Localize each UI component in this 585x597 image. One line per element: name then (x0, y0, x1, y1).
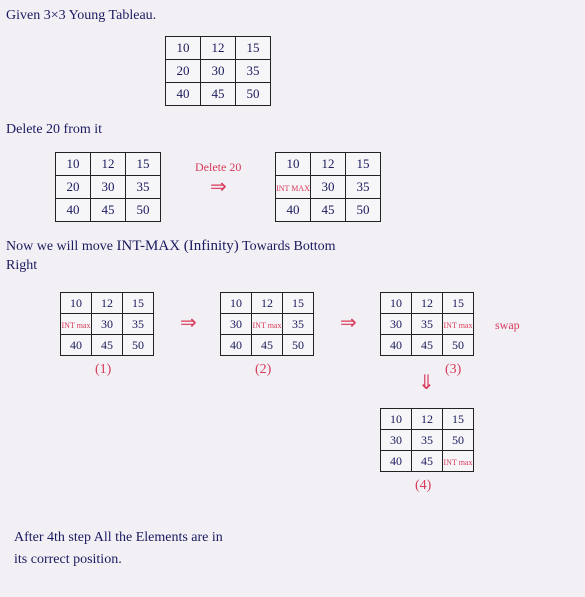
cell: 10 (276, 153, 311, 176)
delete-label: Delete 20 (195, 160, 241, 175)
heading-delete: Delete 20 from it (6, 122, 102, 138)
cell: 40 (56, 199, 91, 222)
cell: 15 (283, 293, 314, 314)
cell: 30 (201, 60, 236, 83)
tableau-before-delete: 101215 203035 404550 (55, 152, 161, 222)
arrow-down-icon: ⇓ (418, 370, 435, 395)
cell: 50 (283, 335, 314, 356)
cell: 35 (123, 314, 154, 335)
cell: 35 (346, 176, 381, 199)
cell: 15 (346, 153, 381, 176)
cell: INT max (443, 314, 474, 335)
caption-2: (2) (255, 362, 271, 378)
footer-line2: its correct position. (14, 552, 122, 568)
arrow-right-icon: ⇒ (180, 310, 197, 335)
note-part-a: Now we will move (6, 239, 116, 254)
intmax-label: INT MAX (276, 185, 310, 193)
cell: 30 (91, 176, 126, 199)
intmax-label: INT max (444, 459, 473, 467)
cell: 40 (381, 451, 412, 472)
cell: 30 (381, 314, 412, 335)
cell: 45 (311, 199, 346, 222)
arrow-right-icon: ⇒ (210, 174, 227, 199)
cell: 10 (381, 409, 412, 430)
cell: 50 (443, 430, 474, 451)
cell: 45 (412, 335, 443, 356)
heading-given: Given 3×3 Young Tableau. (6, 8, 156, 24)
cell: 12 (201, 37, 236, 60)
cell: 12 (91, 153, 126, 176)
cell: 50 (123, 335, 154, 356)
cell: 45 (92, 335, 123, 356)
cell: 20 (166, 60, 201, 83)
cell: 35 (126, 176, 161, 199)
cell: 40 (221, 335, 252, 356)
cell: 10 (56, 153, 91, 176)
cell: 35 (412, 430, 443, 451)
cell: 45 (412, 451, 443, 472)
intmax-label: INT max (62, 322, 91, 330)
intmax-label: INT max (253, 322, 282, 330)
cell: 15 (123, 293, 154, 314)
cell: 50 (126, 199, 161, 222)
cell: INT max (61, 314, 92, 335)
cell: 40 (381, 335, 412, 356)
cell: 30 (92, 314, 123, 335)
cell: 50 (346, 199, 381, 222)
cell: 40 (166, 83, 201, 106)
tableau-step1: 101215 INT max3035 404550 (60, 292, 154, 356)
cell: 10 (381, 293, 412, 314)
cell: 12 (412, 293, 443, 314)
cell: INT max (443, 451, 474, 472)
cell: 35 (412, 314, 443, 335)
cell: 15 (126, 153, 161, 176)
swap-label: swap (495, 318, 520, 333)
cell: 15 (443, 409, 474, 430)
cell: 12 (92, 293, 123, 314)
cell: 15 (236, 37, 271, 60)
note-part-b: INT-MAX (Infinity) (116, 238, 238, 254)
cell: 30 (381, 430, 412, 451)
tableau-step4: 101215 303550 4045INT max (380, 408, 474, 472)
cell: 12 (311, 153, 346, 176)
cell: 45 (91, 199, 126, 222)
cell: 50 (443, 335, 474, 356)
arrow-right-icon: ⇒ (340, 310, 357, 335)
cell: 10 (61, 293, 92, 314)
cell: 40 (276, 199, 311, 222)
cell: 45 (201, 83, 236, 106)
tableau-step3: 101215 3035INT max 404550 (380, 292, 474, 356)
cell: 40 (61, 335, 92, 356)
cell: INT max (252, 314, 283, 335)
caption-1: (1) (95, 362, 111, 378)
caption-4: (4) (415, 478, 431, 494)
caption-3: (3) (445, 362, 461, 378)
note-move-line1: Now we will move INT-MAX (Infinity) Towa… (6, 238, 336, 255)
note-part-c: Towards Bottom (239, 239, 336, 254)
cell: 30 (311, 176, 346, 199)
cell: 35 (283, 314, 314, 335)
cell: 15 (443, 293, 474, 314)
cell: INT MAX (276, 176, 311, 199)
intmax-label: INT max (444, 322, 473, 330)
cell: 20 (56, 176, 91, 199)
cell: 12 (252, 293, 283, 314)
cell: 12 (412, 409, 443, 430)
note-move-line2: Right (6, 258, 37, 274)
cell: 35 (236, 60, 271, 83)
tableau-initial: 101215 203035 404550 (165, 36, 271, 106)
cell: 30 (221, 314, 252, 335)
tableau-after-delete: 101215 INT MAX3035 404550 (275, 152, 381, 222)
cell: 45 (252, 335, 283, 356)
footer-line1: After 4th step All the Elements are in (14, 530, 223, 546)
cell: 10 (166, 37, 201, 60)
tableau-step2: 101215 30INT max35 404550 (220, 292, 314, 356)
cell: 50 (236, 83, 271, 106)
cell: 10 (221, 293, 252, 314)
